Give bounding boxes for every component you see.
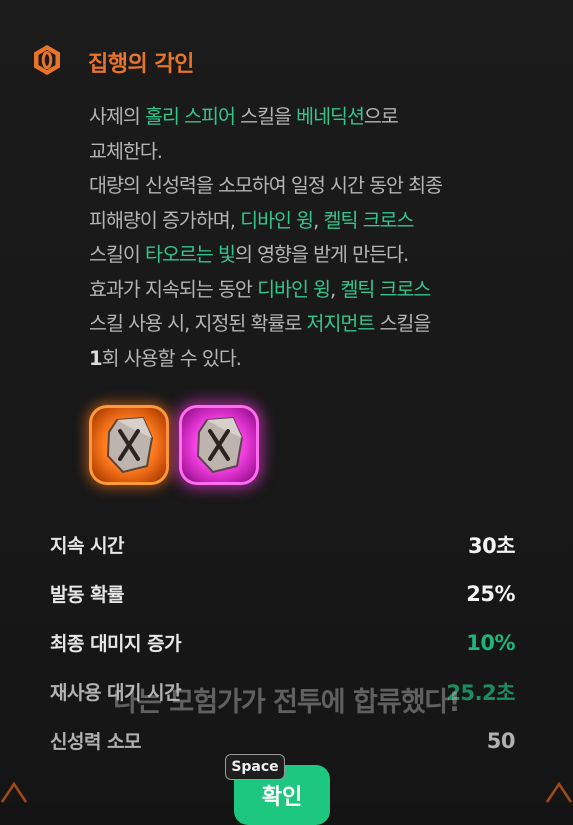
description-text: 으로 [363, 105, 399, 128]
hexagon-rune-icon [30, 43, 64, 77]
skill-keyword: 저지먼트 [306, 312, 376, 335]
description-line: 사제의 홀리 스피어 스킬을 베네딕션으로 [89, 100, 559, 135]
skill-keyword: 디바인 윙 [240, 208, 314, 232]
description-text: 효과가 지속되는 동안 [89, 277, 258, 301]
description-line: 효과가 지속되는 동안 디바인 윙, 켈틱 크로스 [89, 273, 559, 308]
description-line: 교체한다. [89, 135, 559, 170]
rune-stone-icon [106, 416, 154, 474]
skill-keyword: 켈틱 크로스 [340, 277, 431, 301]
description-text: 사제의 [89, 105, 146, 128]
count-number: 1 [89, 346, 103, 370]
skill-keyword: 켈틱 크로스 [323, 208, 415, 232]
stat-value: 25.2초 [446, 680, 515, 705]
stat-value: 25% [466, 581, 515, 606]
skill-keyword: 베네딕션 [296, 105, 365, 128]
description-line: 스킬 사용 시, 지정된 확률로 저지먼트 스킬을 [89, 307, 559, 342]
stat-cooldown: 재사용 대기 시간 25.2초 [50, 667, 515, 716]
stat-value: 30초 [467, 533, 516, 558]
rune-orange[interactable] [89, 405, 169, 485]
description-text: 교체한다. [89, 139, 163, 163]
corner-ornament-icon [0, 781, 28, 803]
description-text: 스킬을 [234, 105, 297, 128]
description-line: 피해량이 증가하며, 디바인 윙, 켈틱 크로스 [89, 204, 559, 239]
skill-description: 사제의 홀리 스피어 스킬을 베네딕션으로교체한다. 대량의 신성력을 소모하여 … [89, 100, 559, 376]
stats-list: 지속 시간 30초 발동 확률 25% 최종 대미지 증가 10% 재사용 대기… [50, 520, 516, 765]
description-text: 피해량이 증가하며, [89, 208, 241, 232]
description-text: 스킬이 [89, 243, 146, 266]
stat-value: 50 [486, 728, 516, 753]
stat-value: 10% [466, 630, 515, 655]
skill-title: 집행의 각인 [88, 52, 194, 77]
description-text: , [330, 277, 341, 301]
rune-stone-icon [196, 416, 244, 474]
rune-list [89, 405, 259, 487]
description-line: 대량의 신성력을 소모하여 일정 시간 동안 최종 [89, 169, 559, 204]
stat-label: 지속 시간 [50, 535, 125, 557]
stat-trigger-chance: 발동 확률 25% [50, 569, 515, 618]
skill-keyword: 홀리 스피어 [145, 105, 236, 128]
description-line: 1회 사용할 수 있다. [89, 342, 559, 377]
description-text: 스킬 사용 시, 지정된 확률로 [89, 312, 307, 335]
skill-keyword: 타오르는 빛 [145, 243, 236, 266]
stat-label: 재사용 대기 시간 [50, 682, 182, 704]
skill-keyword: 디바인 윙 [257, 277, 331, 301]
stat-final-damage: 최종 대미지 증가 10% [50, 618, 515, 667]
space-key-hint: Space [225, 754, 285, 780]
description-text: 회 사용할 수 있다. [101, 346, 242, 370]
stat-label: 신성력 소모 [50, 731, 142, 753]
corner-ornament-icon [545, 781, 573, 803]
stat-label: 발동 확률 [50, 584, 125, 606]
description-text: 스킬을 [374, 312, 431, 335]
rune-pink[interactable] [179, 405, 259, 485]
stat-duration: 지속 시간 30초 [50, 520, 516, 569]
description-text: 대량의 신성력을 소모하여 일정 시간 동안 최종 [89, 174, 443, 197]
title-row: 집행의 각인 [30, 40, 194, 80]
description-text: 의 영향을 받게 만든다. [234, 243, 409, 266]
stat-label: 최종 대미지 증가 [50, 633, 182, 655]
description-line: 스킬이 타오르는 빛의 영향을 받게 만든다. [89, 238, 559, 273]
description-text: , [313, 208, 324, 232]
skill-tooltip-panel: 집행의 각인 사제의 홀리 스피어 스킬을 베네딕션으로교체한다. 대량의 신성력… [0, 0, 573, 825]
